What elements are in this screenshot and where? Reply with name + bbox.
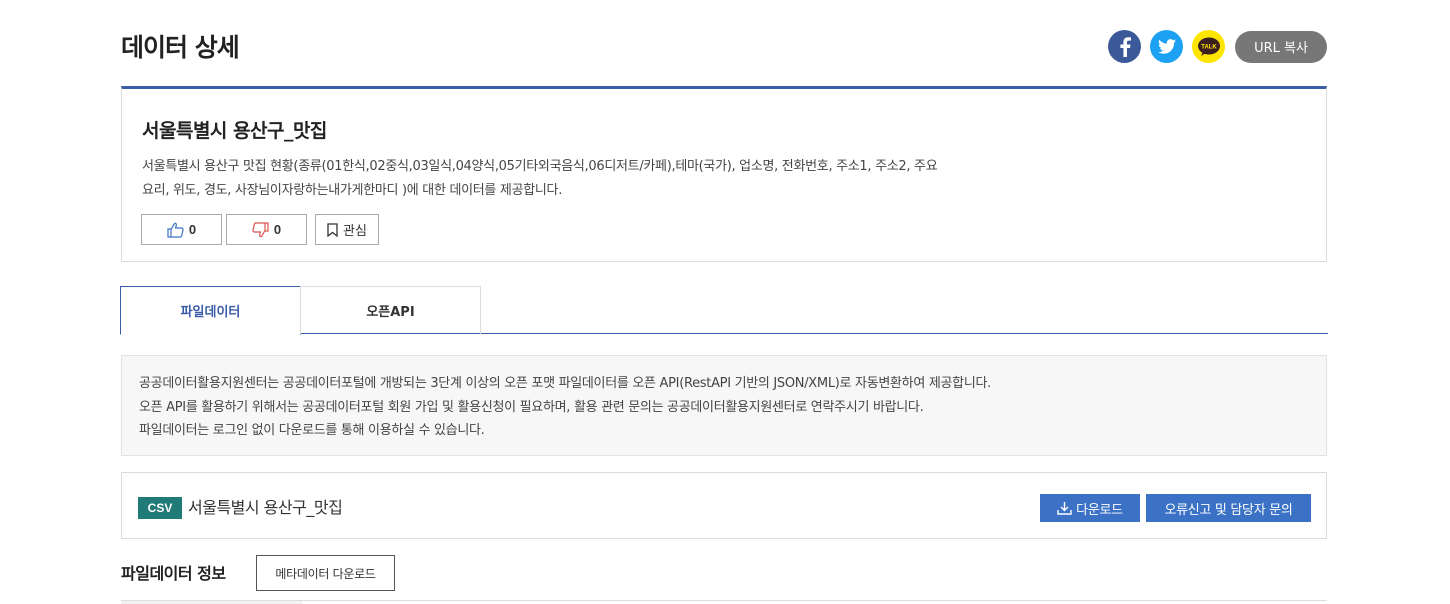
download-button[interactable]: 다운로드 bbox=[1040, 494, 1140, 522]
dataset-description: 서울특별시 용산구 맛집 현황(종류(01한식,02중식,03일식,04양식,0… bbox=[142, 155, 1062, 203]
url-copy-button[interactable]: URL 복사 bbox=[1235, 30, 1327, 63]
kakaotalk-icon[interactable]: TALK bbox=[1192, 30, 1225, 63]
dislike-button[interactable]: 0 bbox=[226, 214, 307, 245]
description-line: 요리, 위도, 경도, 사장님이자랑하는내가게한마디 )에 대한 데이터를 제공… bbox=[142, 183, 563, 198]
like-count: 0 bbox=[188, 222, 197, 237]
notice-line: 공공데이터활용지원센터는 공공데이터포털에 개방되는 3단계 이상의 오픈 포맷… bbox=[139, 376, 991, 391]
notice-line: 파일데이터는 로그인 없이 다운로드를 통해 이용하실 수 있습니다. bbox=[139, 423, 485, 438]
kakao-talk-label: TALK bbox=[1201, 44, 1217, 50]
notice-box: 공공데이터활용지원센터는 공공데이터포털에 개방되는 3단계 이상의 오픈 포맷… bbox=[121, 355, 1327, 456]
dataset-summary: 서울특별시 용산구_맛집 서울특별시 용산구 맛집 현황(종류(01한식,02중… bbox=[121, 86, 1327, 262]
bookmark-icon bbox=[327, 222, 338, 237]
like-button[interactable]: 0 bbox=[141, 214, 222, 245]
file-download-panel: CSV 서울특별시 용산구_맛집 다운로드 오류신고 및 담당자 문의 bbox=[121, 472, 1327, 539]
file-info-title: 파일데이터 정보 bbox=[121, 564, 226, 583]
thumbs-up-icon bbox=[167, 222, 184, 238]
download-icon bbox=[1057, 502, 1072, 515]
facebook-icon[interactable] bbox=[1108, 30, 1141, 63]
favorite-label: 관심 bbox=[343, 223, 367, 238]
dataset-title: 서울특별시 용산구_맛집 bbox=[142, 120, 327, 142]
metadata-download-button[interactable]: 메타데이터 다운로드 bbox=[256, 555, 395, 591]
file-format-badge: CSV bbox=[138, 497, 182, 519]
file-info-table bbox=[121, 600, 1327, 604]
file-name: 서울특별시 용산구_맛집 bbox=[188, 498, 343, 517]
page-title: 데이터 상세 bbox=[121, 33, 240, 62]
thumbs-down-icon bbox=[252, 221, 269, 237]
share-bar: TALK URL 복사 bbox=[1108, 30, 1327, 63]
twitter-icon[interactable] bbox=[1150, 30, 1183, 63]
notice-line: 오픈 API를 활용하기 위해서는 공공데이터포털 회원 가입 및 활용신청이 … bbox=[139, 399, 924, 415]
download-label: 다운로드 bbox=[1076, 502, 1123, 518]
tab-file-data[interactable]: 파일데이터 bbox=[120, 286, 301, 335]
dislike-count: 0 bbox=[273, 222, 282, 237]
data-type-tabs: 파일데이터 오픈API bbox=[120, 286, 1328, 335]
description-line: 서울특별시 용산구 맛집 현황(종류(01한식,02중식,03일식,04양식,0… bbox=[142, 159, 938, 174]
favorite-button[interactable]: 관심 bbox=[315, 214, 379, 245]
report-error-button[interactable]: 오류신고 및 담당자 문의 bbox=[1146, 494, 1311, 522]
tab-open-api[interactable]: 오픈API bbox=[300, 286, 481, 334]
